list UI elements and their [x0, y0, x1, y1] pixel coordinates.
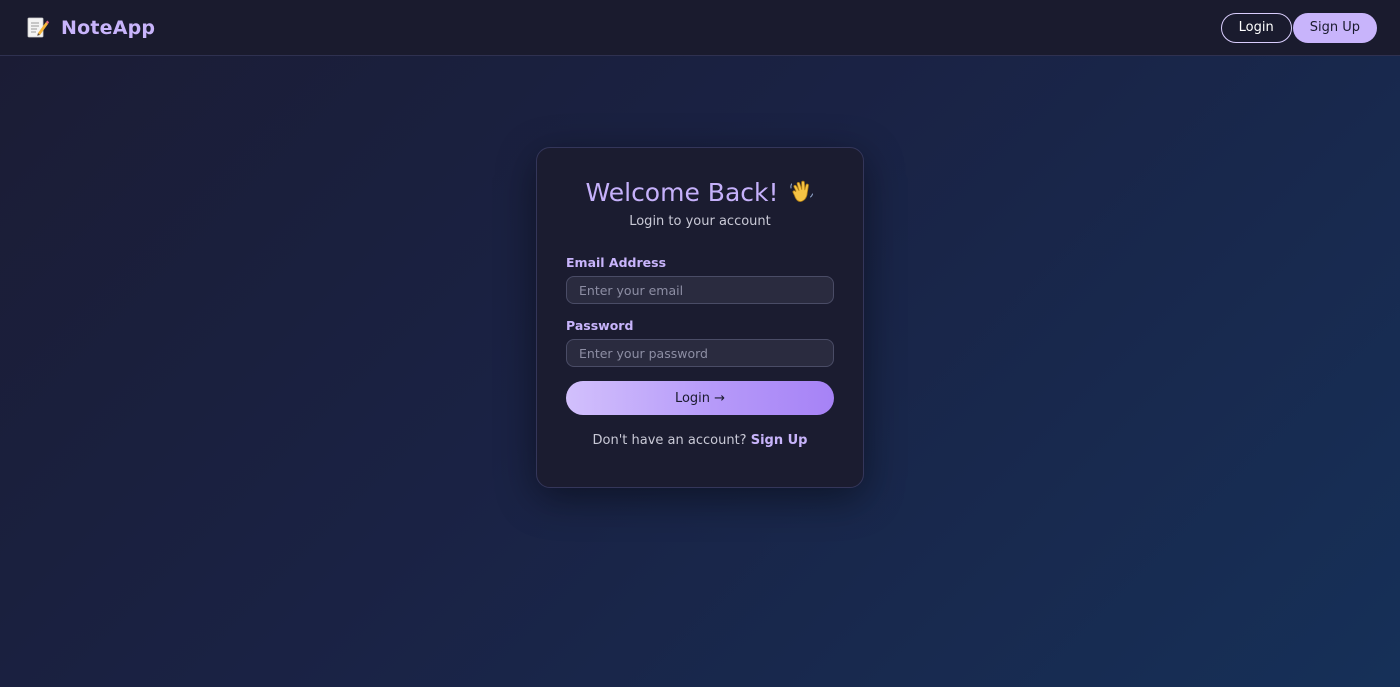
top-navbar: NoteApp Login Sign Up: [0, 0, 1400, 56]
brand-name: NoteApp: [61, 16, 156, 39]
password-label: Password: [566, 318, 634, 333]
password-input[interactable]: [566, 339, 834, 367]
login-card: Welcome Back! Login to your account Emai…: [536, 147, 864, 488]
card-title: Welcome Back!: [566, 176, 834, 208]
memo-notepad-icon: [25, 16, 49, 40]
email-label: Email Address: [566, 255, 667, 270]
signup-prompt-line: Don't have an account? Sign Up: [566, 433, 834, 448]
nav-actions: Login Sign Up: [1220, 12, 1377, 43]
signup-prompt-text: Don't have an account?: [592, 433, 747, 448]
nav-login-button[interactable]: Login: [1220, 12, 1292, 43]
card-subtitle: Login to your account: [629, 214, 771, 229]
waving-hand-icon: [789, 179, 815, 205]
login-submit-button[interactable]: Login →: [566, 381, 834, 415]
signup-link[interactable]: Sign Up: [751, 433, 808, 448]
card-title-text: Welcome Back!: [585, 177, 779, 207]
email-input[interactable]: [566, 276, 834, 304]
brand[interactable]: NoteApp: [25, 16, 155, 40]
nav-signup-button[interactable]: Sign Up: [1292, 12, 1377, 43]
